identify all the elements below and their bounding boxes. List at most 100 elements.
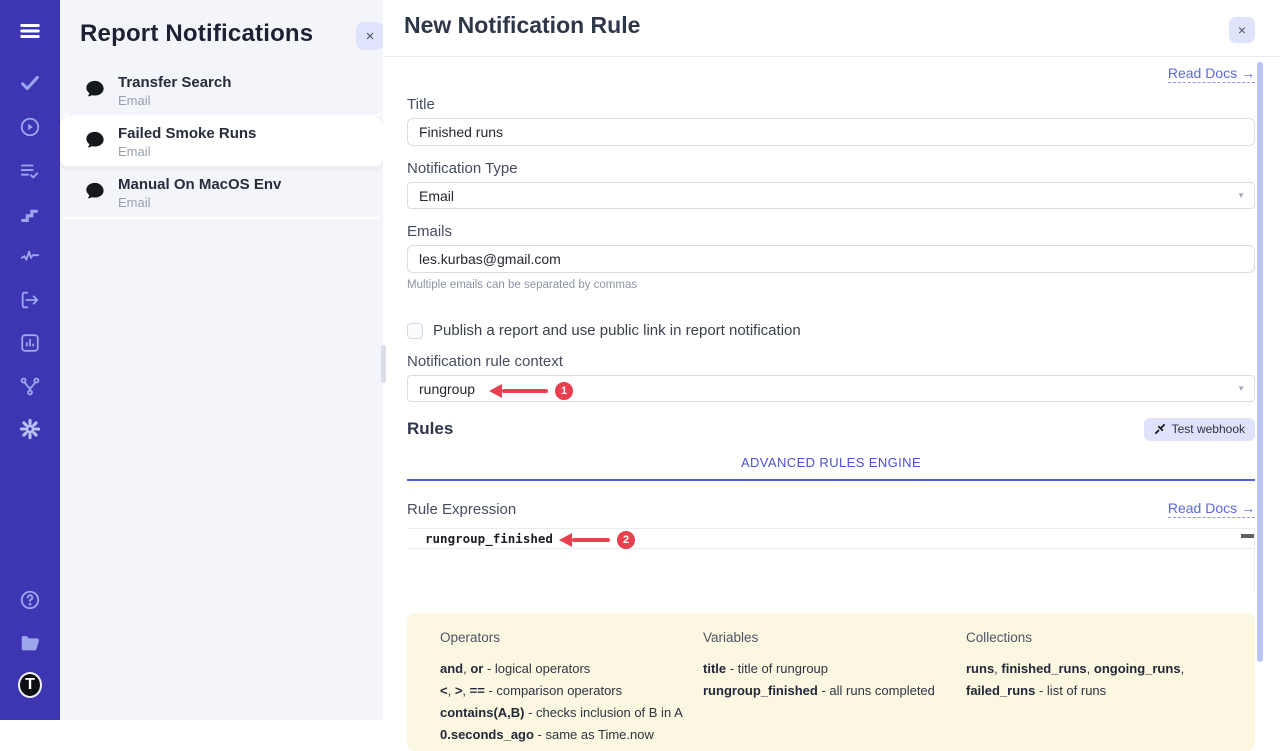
help-column-variables: Variables title - title of rungrouprungro… <box>703 630 966 751</box>
help-line: contains(A,B) - checks inclusion of B in… <box>440 702 703 724</box>
help-line: runs, finished_runs, ongoing_runs, faile… <box>966 658 1227 702</box>
help-column-header: Operators <box>440 630 703 645</box>
read-docs-link[interactable]: Read Docs → <box>1168 500 1255 518</box>
notification-title: Transfer Search <box>118 73 231 92</box>
rule-expression-label: Rule Expression <box>407 501 516 518</box>
notifications-panel: Report Notifications × Transfer SearchEm… <box>60 0 383 720</box>
arrow-left-icon <box>489 384 502 398</box>
help-line: title - title of rungroup <box>703 658 966 680</box>
rail-button-branch[interactable] <box>18 374 42 398</box>
emails-field-label: Emails <box>407 223 1255 241</box>
rail-button-sign-in[interactable] <box>18 288 42 312</box>
publish-checkbox-row: Publish a report and use public link in … <box>407 322 1255 339</box>
emails-helper-text: Multiple emails can be separated by comm… <box>407 279 1255 291</box>
help-column-header: Variables <box>703 630 966 645</box>
rail-button-list-check[interactable] <box>18 159 42 183</box>
notification-title: Failed Smoke Runs <box>118 124 256 143</box>
title-input[interactable] <box>407 118 1255 146</box>
active-code-line: rungroup_finished 2 <box>407 528 1254 549</box>
context-value: rungroup <box>419 381 475 397</box>
notification-list-item[interactable]: Failed Smoke RunsEmail <box>60 117 383 168</box>
help-column-collections: Collections runs, finished_runs, ongoing_… <box>966 630 1227 751</box>
help-line: 0.seconds_ago - same as Time.now <box>440 724 703 746</box>
page-title: New Notification Rule <box>404 12 640 39</box>
chat-bubble-icon <box>84 79 106 99</box>
list-check-icon <box>19 160 41 182</box>
panel-close-button[interactable]: × <box>356 22 384 50</box>
form-content: Read Docs → Title Notification Type Emai… <box>383 65 1280 751</box>
rule-expression-editor[interactable]: rungroup_finished 2 <box>407 528 1255 591</box>
activity-icon <box>19 246 41 268</box>
notification-type-label: Notification Type <box>407 160 1255 178</box>
modal-close-button[interactable]: × <box>1229 17 1255 43</box>
help-column-header: Collections <box>966 630 1227 645</box>
logo-avatar: T <box>18 672 42 698</box>
help-icon <box>19 589 41 611</box>
menu-icon <box>19 20 41 42</box>
scrollbar-thumb[interactable] <box>1257 62 1263 662</box>
rules-heading: Rules <box>407 419 453 439</box>
publish-checkbox[interactable] <box>407 323 423 339</box>
tab-bar: ADVANCED RULES ENGINE <box>407 454 1255 481</box>
close-icon: × <box>366 28 375 45</box>
annotation-badge-1: 1 <box>555 382 573 400</box>
webhook-icon <box>1154 423 1166 435</box>
chevron-down-icon: ▼ <box>1237 191 1245 200</box>
notification-list-item[interactable]: Manual On MacOS EnvEmail <box>60 168 383 219</box>
annotation-arrow-2: 2 <box>559 531 635 549</box>
gear-icon <box>19 418 41 440</box>
read-docs-link[interactable]: Read Docs → <box>1168 65 1255 83</box>
notification-channel: Email <box>118 194 281 211</box>
help-column-operators: Operators and, or - logical operators<, >… <box>440 630 703 751</box>
rail-button-steps[interactable] <box>18 202 42 226</box>
rail-button-play-circle[interactable] <box>18 115 42 139</box>
rail-button-gear[interactable] <box>18 417 42 441</box>
branch-icon <box>19 375 41 397</box>
rail-button-folder[interactable] <box>18 631 42 655</box>
bar-chart-icon <box>19 332 41 354</box>
test-webhook-label: Test webhook <box>1172 422 1245 436</box>
chat-bubble-icon <box>84 181 106 201</box>
new-notification-rule-modal: New Notification Rule × Read Docs → Titl… <box>383 0 1280 720</box>
steps-icon <box>19 203 41 225</box>
panel-title: Report Notifications <box>80 20 313 48</box>
context-field-label: Notification rule context <box>407 353 1255 371</box>
notification-type-select[interactable]: Email ▼ <box>407 182 1255 209</box>
annotation-badge-2: 2 <box>617 531 635 549</box>
rail-button-activity[interactable] <box>18 245 42 269</box>
help-line: and, or - logical operators <box>440 658 703 680</box>
notification-list-item[interactable]: Transfer SearchEmail <box>60 66 383 117</box>
rule-expression-code: rungroup_finished <box>425 531 553 546</box>
panel-resize-handle[interactable] <box>381 345 386 383</box>
chevron-down-icon: ▼ <box>1237 384 1245 393</box>
rail-button-menu[interactable] <box>18 19 42 43</box>
main-header: New Notification Rule × <box>383 0 1280 57</box>
close-icon: × <box>1238 22 1246 38</box>
folder-icon <box>19 632 41 654</box>
rail-button-bar-chart[interactable] <box>18 331 42 355</box>
play-circle-icon <box>19 116 41 138</box>
title-field-label: Title <box>407 96 1255 114</box>
check-icon <box>19 72 41 94</box>
help-line: <, >, == - comparison operators <box>440 680 703 702</box>
sign-in-icon <box>19 289 41 311</box>
publish-checkbox-label: Publish a report and use public link in … <box>433 322 801 339</box>
test-webhook-button[interactable]: Test webhook <box>1144 418 1255 441</box>
context-select[interactable]: rungroup ▼ 1 <box>407 375 1255 402</box>
notification-title: Manual On MacOS Env <box>118 175 281 194</box>
notification-channel: Email <box>118 92 231 109</box>
rules-help-panel: Operators and, or - logical operators<, >… <box>407 613 1255 751</box>
rail-button-check[interactable] <box>18 71 42 95</box>
annotation-arrow-1: 1 <box>489 382 573 400</box>
notification-channel: Email <box>118 143 256 160</box>
notification-list: Transfer SearchEmailFailed Smoke RunsEma… <box>60 66 383 219</box>
rail-button-help[interactable] <box>18 588 42 612</box>
emails-input[interactable] <box>407 245 1255 273</box>
arrow-left-icon <box>559 533 572 547</box>
notification-type-value: Email <box>419 188 454 204</box>
rail-button-logo[interactable]: T <box>18 673 42 697</box>
chat-bubble-icon <box>84 130 106 150</box>
tab-advanced-rules-engine[interactable]: ADVANCED RULES ENGINE <box>741 455 921 470</box>
help-line: rungroup_finished - all runs completed <box>703 680 966 702</box>
icon-rail: T <box>0 0 60 720</box>
